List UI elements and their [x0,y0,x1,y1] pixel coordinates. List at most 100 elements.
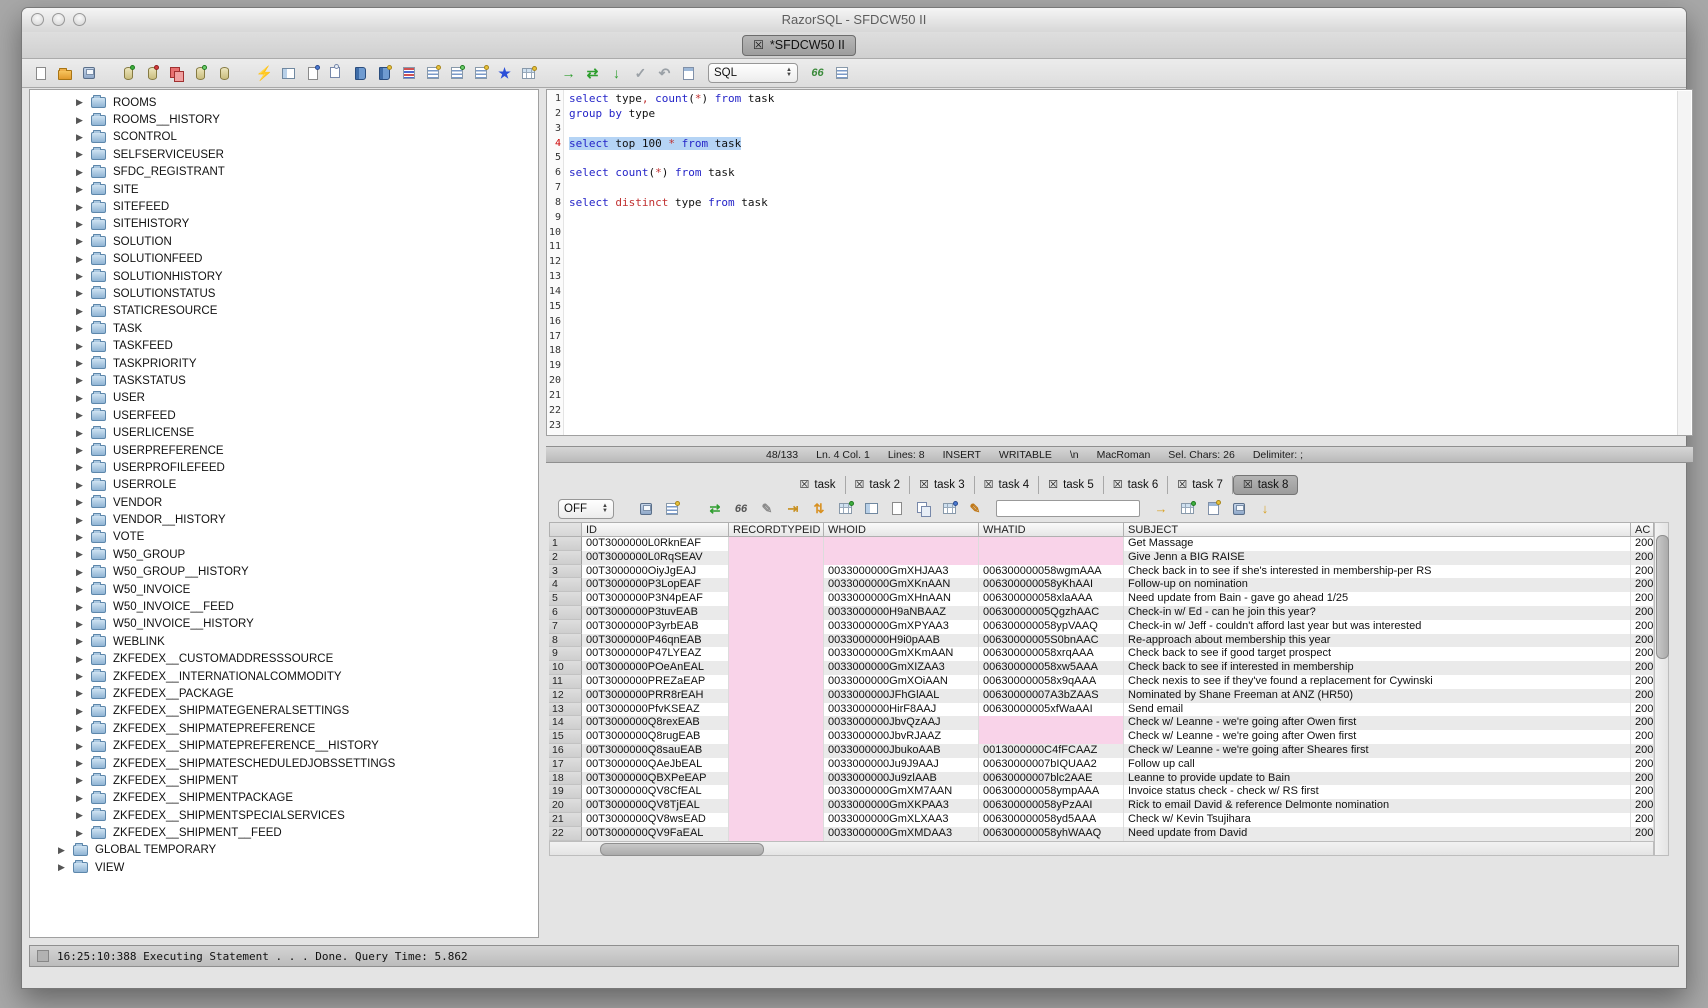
table-cell[interactable] [729,703,824,717]
table-cell[interactable]: 0033000000H9i0pAAB [824,634,979,648]
table-cell[interactable]: 200 [1631,661,1654,675]
table-row[interactable]: 400T3000000P3LopEAF0033000000GmXKnAAN006… [549,578,1654,592]
disclosure-triangle-icon[interactable]: ▶ [76,462,90,473]
disclosure-triangle-icon[interactable]: ▶ [76,410,90,421]
table-cell[interactable]: Need update from Bain - gave go ahead 1/… [1124,592,1631,606]
disclosure-triangle-icon[interactable]: ▶ [58,862,72,873]
table-row[interactable]: 200T3000000L0RqSEAVGive Jenn a BIG RAISE… [549,551,1654,565]
new-file-icon[interactable] [30,63,51,83]
table-row[interactable]: 1400T3000000Q8rexEAB0033000000JbvQzAAJCh… [549,716,1654,730]
disclosure-triangle-icon[interactable]: ▶ [76,567,90,578]
tree-item-zkfedex-shipmatepreference-history[interactable]: ▶ZKFEDEX__SHIPMATEPREFERENCE__HISTORY [30,737,538,754]
table-cell[interactable]: Rick to email David & reference Delmonte… [1124,799,1631,813]
table-cell[interactable]: Send email [1124,703,1631,717]
tree-item-view[interactable]: ▶VIEW [30,859,538,876]
table-cell[interactable]: Check back to see if good target prospec… [1124,647,1631,661]
new-editor-icon[interactable] [678,63,699,83]
disclosure-triangle-icon[interactable]: ▶ [76,515,90,526]
save-grid-icon[interactable] [1228,499,1250,519]
column-header-whatid[interactable]: WHATID [979,522,1124,537]
table-cell[interactable]: 0033000000GmXM7AAN [824,785,979,799]
tree-item-userpreference[interactable]: ▶USERPREFERENCE [30,442,538,459]
table-cell[interactable]: 200 [1631,827,1654,841]
table-cell[interactable] [729,592,824,606]
disclosure-triangle-icon[interactable]: ▶ [76,271,90,282]
table-cell[interactable] [729,620,824,634]
table-cell[interactable]: 0013000000C4fFCAAZ [979,744,1124,758]
table-cell[interactable]: 006300000058xrqAAA [979,647,1124,661]
table-cell[interactable]: 0033000000GmXKPAA3 [824,799,979,813]
disclosure-triangle-icon[interactable]: ▶ [76,480,90,491]
table-row[interactable]: 2200T3000000QV9FaEAL0033000000GmXMDAA300… [549,827,1654,841]
table-cell[interactable]: 0033000000GmXKmAAN [824,647,979,661]
execute-lightning-icon[interactable]: ⚡ [254,63,275,83]
disclosure-triangle-icon[interactable]: ▶ [76,445,90,456]
close-window-icon[interactable] [31,13,44,26]
results-list-icon[interactable] [831,63,852,83]
tree-item-selfserviceuser[interactable]: ▶SELFSERVICEUSER [30,146,538,163]
disclosure-triangle-icon[interactable]: ▶ [76,132,90,143]
view-glasses-icon[interactable]: 66 [730,499,752,519]
disclosure-triangle-icon[interactable]: ▶ [76,288,90,299]
table-cell[interactable]: 200 [1631,647,1654,661]
table-row[interactable]: 900T3000000P47LYEAZ0033000000GmXKmAAN006… [549,647,1654,661]
columns-panel-icon[interactable] [860,499,882,519]
tree-item-taskfeed[interactable]: ▶TASKFEED [30,337,538,354]
disclosure-triangle-icon[interactable]: ▶ [76,428,90,439]
tree-item-solutionstatus[interactable]: ▶SOLUTIONSTATUS [30,285,538,302]
list-colored-icon[interactable] [398,63,419,83]
tree-item-zkfedex-shipmatescheduledjobssettings[interactable]: ▶ZKFEDEX__SHIPMATESCHEDULEDJOBSSETTINGS [30,755,538,772]
lines-edit-icon[interactable] [470,63,491,83]
table-row[interactable]: 2100T3000000QV8wsEAD0033000000GmXLXAA300… [549,813,1654,827]
table-cell[interactable]: Check w/ Kevin Tsujihara [1124,813,1631,827]
table-cell[interactable] [729,785,824,799]
disclosure-triangle-icon[interactable]: ▶ [76,219,90,230]
title-bar[interactable]: RazorSQL - SFDCW50 II [22,8,1686,33]
table-cell[interactable]: Check back to see if interested in membe… [1124,661,1631,675]
table-row[interactable]: 1000T3000000POeAnEAL0033000000GmXIZAA300… [549,661,1654,675]
checklist-icon[interactable] [278,63,299,83]
disclosure-triangle-icon[interactable]: ▶ [76,602,90,613]
column-header-recordtypeid[interactable]: RECORDTYPEID [729,522,824,537]
disclosure-triangle-icon[interactable]: ▶ [76,619,90,630]
table-cell[interactable]: 0033000000JbvQzAAJ [824,716,979,730]
table-cell[interactable]: 00630000005S0bnAAC [979,634,1124,648]
zoom-window-icon[interactable] [73,13,86,26]
document-tab[interactable]: ☒ *SFDCW50 II [742,35,856,56]
table-cell[interactable]: 0033000000GmXLXAA3 [824,813,979,827]
close-tab-icon[interactable]: ☒ [1048,479,1058,491]
tree-item-rooms[interactable]: ▶ROOMS [30,94,538,111]
table-cell[interactable]: 0033000000GmXHJAA3 [824,565,979,579]
disclosure-triangle-icon[interactable]: ▶ [76,706,90,717]
table-cell[interactable]: Check-in w/ Jeff - couldn't afford last … [1124,620,1631,634]
table-cell[interactable] [979,730,1124,744]
table-cell[interactable] [824,551,979,565]
horizontal-scroll-thumb[interactable] [600,843,764,856]
disclosure-triangle-icon[interactable]: ▶ [76,688,90,699]
lines-add-icon[interactable] [446,63,467,83]
tree-item-solutionfeed[interactable]: ▶SOLUTIONFEED [30,251,538,268]
edit-cell-icon[interactable]: ✎ [756,499,778,519]
highlighter-icon[interactable]: ✎ [964,499,986,519]
disclosure-triangle-icon[interactable]: ▶ [58,845,72,856]
table-cell[interactable] [729,551,824,565]
database-icon[interactable] [214,63,235,83]
export-table-icon[interactable] [1176,499,1198,519]
sort-updown-icon[interactable]: ⇅ [808,499,830,519]
tree-item-weblink[interactable]: ▶WEBLINK [30,633,538,650]
table-cell[interactable]: Leanne to provide update to Bain [1124,772,1631,786]
table-cell[interactable]: 00T3000000P3tuvEAB [582,606,729,620]
disclosure-triangle-icon[interactable]: ▶ [76,793,90,804]
table-cell[interactable]: Check w/ Leanne - we're going after Owen… [1124,716,1631,730]
table-cell[interactable]: 200 [1631,799,1654,813]
table-cell[interactable] [729,689,824,703]
table-cell[interactable] [729,758,824,772]
page-panel-icon[interactable] [886,499,908,519]
table-row[interactable]: 1200T3000000PRR8rEAH0033000000JFhGlAAL00… [549,689,1654,703]
table-cell[interactable]: 0033000000GmXHnAAN [824,592,979,606]
book-icon[interactable] [350,63,371,83]
tree-item-sitehistory[interactable]: ▶SITEHISTORY [30,216,538,233]
table-cell[interactable]: 00T3000000OiyJgEAJ [582,565,729,579]
table-cell[interactable]: Check-in w/ Ed - can he join this year? [1124,606,1631,620]
table-cell[interactable]: 200 [1631,675,1654,689]
